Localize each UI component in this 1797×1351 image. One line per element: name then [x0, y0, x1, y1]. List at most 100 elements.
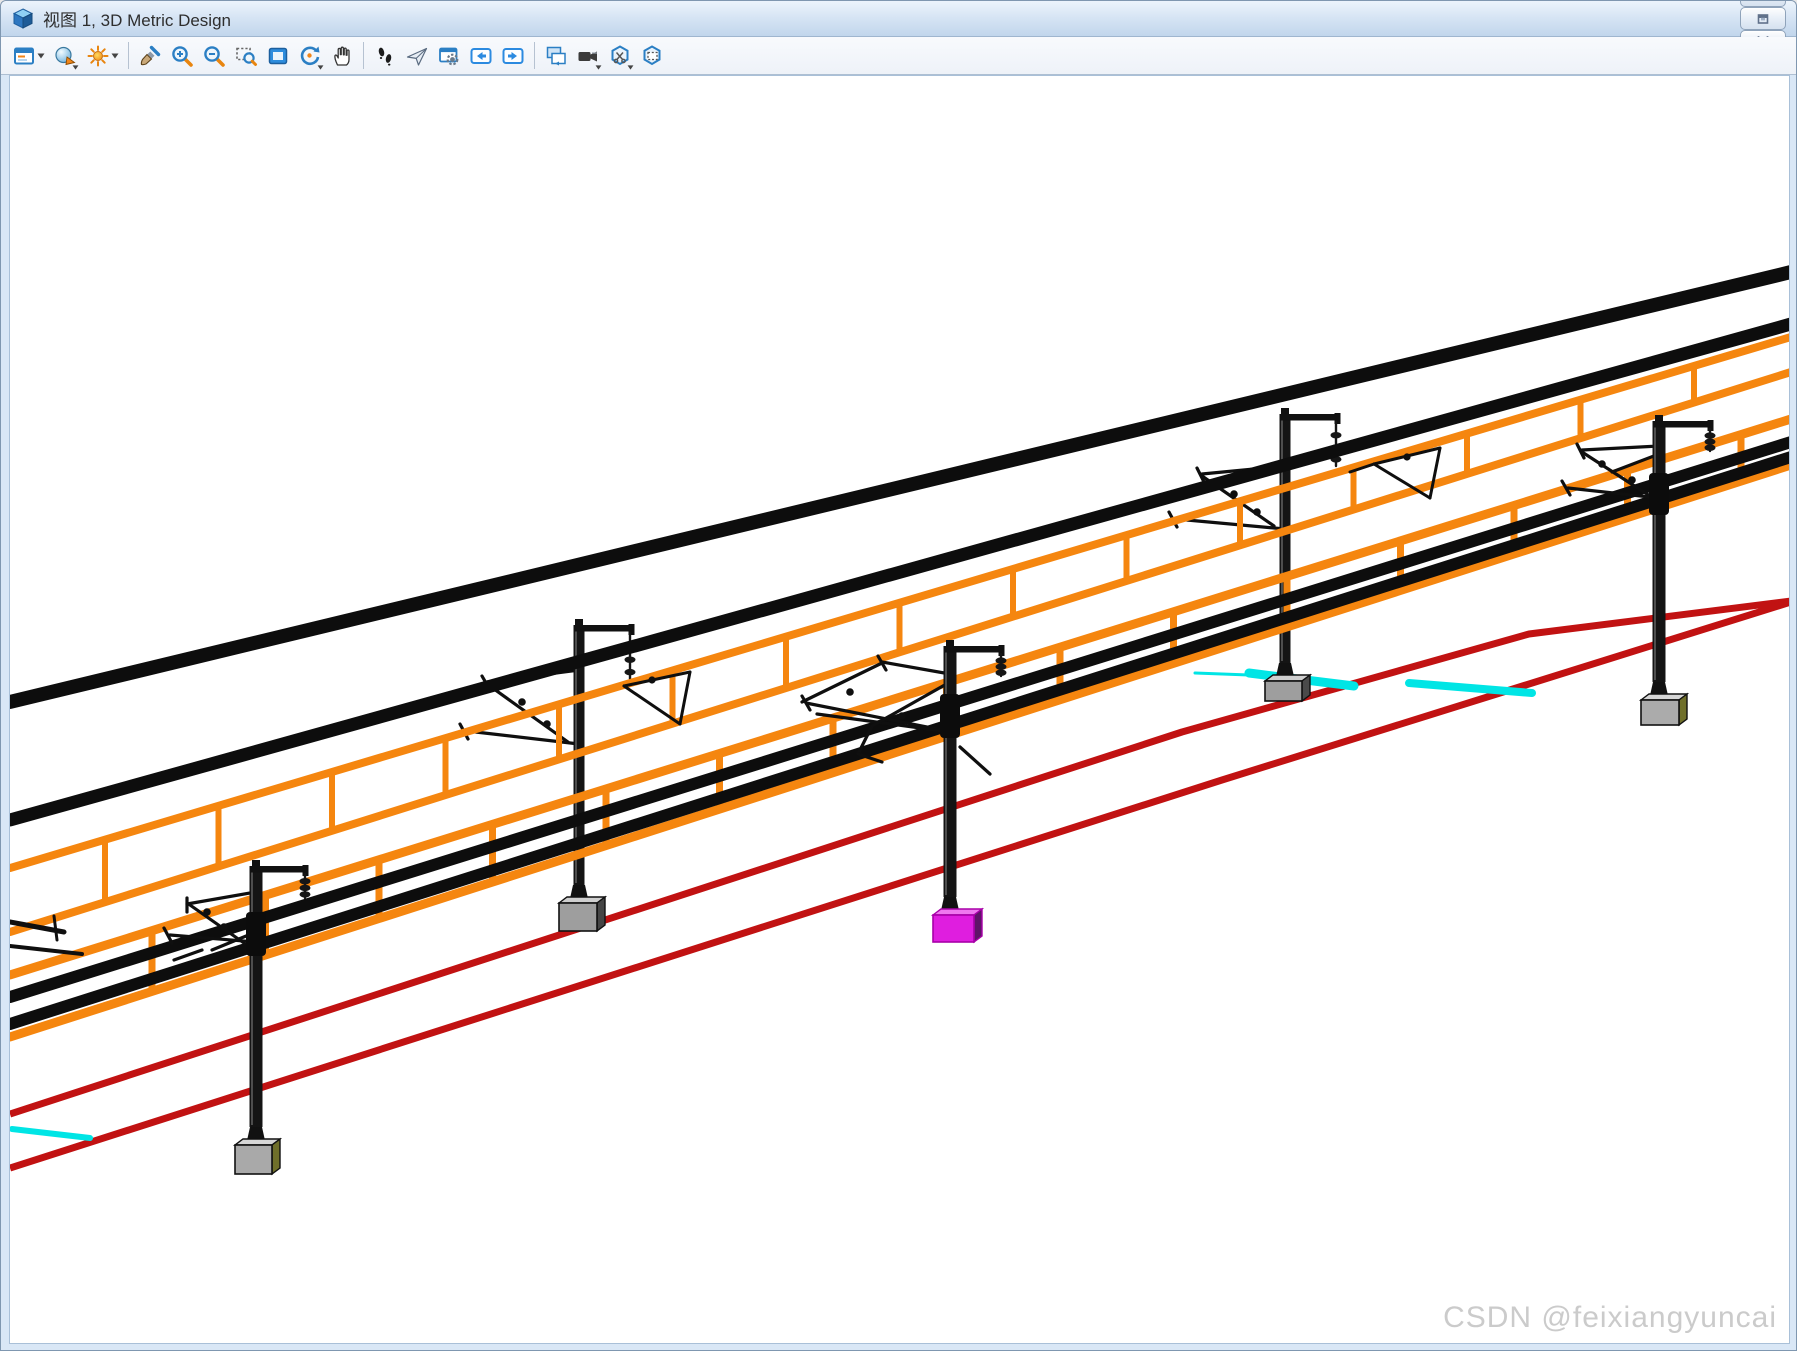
clip-volume-button[interactable] — [605, 40, 635, 72]
pan-view-icon — [330, 44, 354, 68]
display-style-button[interactable] — [50, 40, 80, 72]
insulator — [518, 698, 526, 706]
dropdown-caret-icon — [595, 65, 602, 70]
mast-finial — [1281, 408, 1289, 414]
dropdown-caret-icon — [72, 65, 79, 70]
rail-alignment-line-2 — [10, 602, 1790, 1168]
insulator — [846, 688, 854, 696]
3d-viewport[interactable]: CSDN @feixiangyuncai — [9, 75, 1790, 1344]
return-wire-1 — [10, 442, 1790, 997]
view-cube-icon — [11, 7, 35, 31]
zoom-out-button[interactable] — [199, 40, 229, 72]
clip-mask-icon — [640, 44, 664, 68]
view-attributes-button[interactable] — [8, 40, 48, 72]
zoom-out-icon — [202, 44, 226, 68]
update-view-button[interactable] — [135, 40, 165, 72]
foundation-side — [272, 1139, 280, 1174]
copy-view-icon — [544, 44, 568, 68]
pan-view-button[interactable] — [327, 40, 357, 72]
foundation-front — [559, 903, 597, 931]
adjust-brightness-button[interactable] — [82, 40, 122, 72]
minimize-icon — [1756, 0, 1770, 2]
copy-view-button[interactable] — [541, 40, 571, 72]
mast-finial — [1655, 415, 1663, 421]
zoom-in-icon — [170, 44, 194, 68]
window-area-icon — [234, 44, 258, 68]
view-next-icon — [501, 44, 525, 68]
terrain-line — [12, 1129, 90, 1138]
view-window: 视图 1, 3D Metric Design CSDN @feixiangyun… — [0, 0, 1797, 1351]
window-area-button[interactable] — [231, 40, 261, 72]
rail-alignment-line-1 — [10, 601, 1790, 1114]
foundation-front — [235, 1145, 272, 1174]
minimize-button[interactable] — [1740, 0, 1786, 7]
restore-button[interactable] — [1740, 7, 1786, 30]
clip-mask-button[interactable] — [637, 40, 667, 72]
terrain-line — [1195, 673, 1249, 675]
toolbar-separator — [363, 42, 364, 69]
toolbar-separator — [534, 42, 535, 69]
cross-arm — [250, 866, 306, 873]
insulator — [1253, 508, 1261, 516]
update-view-icon — [138, 44, 162, 68]
dropdown-caret-icon — [111, 53, 119, 59]
dropdown-caret-icon — [317, 65, 324, 70]
mast-finial — [946, 640, 954, 646]
contact-wire — [10, 372, 1790, 932]
foundation-front — [1641, 700, 1679, 725]
view-toolbar — [1, 37, 1796, 75]
foundation-side — [1679, 694, 1687, 725]
cross-arm — [1653, 421, 1711, 428]
title-bar[interactable]: 视图 1, 3D Metric Design — [1, 1, 1796, 37]
fly-button[interactable] — [402, 40, 432, 72]
insulator — [1230, 490, 1238, 498]
dropdown-caret-icon — [37, 53, 45, 59]
walk-button[interactable] — [370, 40, 400, 72]
insulator — [220, 923, 228, 931]
insulator — [1403, 453, 1410, 460]
terrain-line — [1409, 683, 1532, 693]
cross-arm — [944, 646, 1002, 653]
walk-icon — [373, 44, 397, 68]
foundation-side — [974, 909, 982, 942]
mast-finial — [252, 860, 260, 866]
foundation-front — [1265, 681, 1302, 701]
insulator — [543, 720, 551, 728]
fit-view-icon — [266, 44, 290, 68]
wire-clamp — [940, 694, 960, 738]
insulator-stack — [996, 654, 1007, 676]
navigate-window-button[interactable] — [434, 40, 464, 72]
insulator — [1628, 476, 1636, 484]
mast-finial — [575, 619, 583, 625]
window-frame: CSDN @feixiangyuncai — [1, 75, 1797, 1351]
foundation-side — [597, 897, 605, 931]
zoom-in-button[interactable] — [167, 40, 197, 72]
rotate-view-button[interactable] — [295, 40, 325, 72]
insulator — [648, 676, 655, 683]
view-previous-button[interactable] — [466, 40, 496, 72]
insulator-stack — [1705, 429, 1716, 451]
insulator — [1598, 460, 1606, 468]
navigate-window-icon — [437, 44, 461, 68]
mast-3 — [802, 640, 1007, 942]
adjust-brightness-icon — [86, 44, 110, 68]
foundation-front — [933, 915, 974, 942]
catenary-wire — [10, 337, 1790, 868]
catenary-3d-model — [10, 76, 1790, 1344]
camera-settings-button[interactable] — [573, 40, 603, 72]
cross-arm — [1280, 414, 1338, 421]
dropdown-caret-icon — [627, 65, 634, 70]
wire-clamp — [246, 912, 266, 956]
insulator — [203, 908, 211, 916]
fit-view-button[interactable] — [263, 40, 293, 72]
toolbar-separator — [128, 42, 129, 69]
wire-clamp — [1649, 473, 1669, 515]
view-attributes-icon — [12, 44, 36, 68]
view-previous-icon — [469, 44, 493, 68]
fly-icon — [405, 44, 429, 68]
catenary-wire — [10, 419, 1790, 975]
window-title: 视图 1, 3D Metric Design — [43, 6, 231, 31]
view-next-button[interactable] — [498, 40, 528, 72]
insulator — [898, 712, 906, 720]
restore-icon — [1756, 13, 1770, 25]
